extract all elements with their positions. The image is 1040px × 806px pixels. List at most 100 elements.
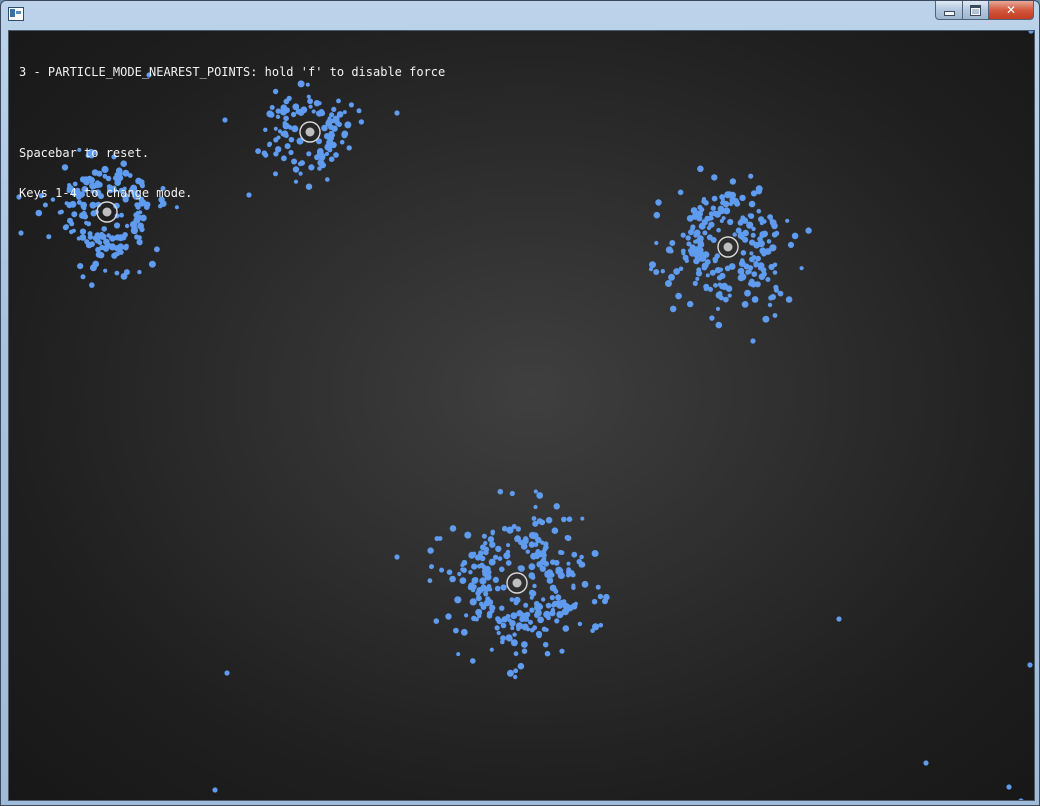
particle: [566, 561, 571, 566]
particle: [87, 234, 94, 240]
particle: [772, 270, 778, 275]
particle: [453, 627, 459, 634]
particle: [729, 178, 737, 185]
particle: [137, 269, 142, 275]
particle: [715, 306, 721, 311]
particle: [80, 274, 86, 280]
particle: [750, 338, 756, 344]
particle: [753, 241, 760, 249]
particle: [693, 257, 700, 265]
particle: [77, 263, 84, 270]
particle: [709, 269, 716, 276]
particle: [554, 618, 560, 624]
particle: [528, 541, 536, 548]
particle: [92, 260, 100, 268]
particle: [445, 613, 452, 620]
particle: [692, 280, 698, 286]
particle: [576, 558, 583, 565]
maximize-button[interactable]: [963, 1, 989, 20]
particle: [772, 262, 778, 268]
particle: [711, 174, 718, 181]
particle: [695, 276, 700, 281]
particle: [494, 585, 501, 592]
particle: [559, 648, 565, 654]
particle: [680, 232, 686, 238]
particle: [497, 556, 503, 561]
particle: [513, 668, 519, 674]
particle: [737, 274, 745, 282]
particle: [499, 605, 505, 611]
particle: [669, 240, 676, 246]
particle: [762, 315, 770, 323]
particle: [513, 674, 518, 680]
mode-keys-hint: Keys 1-4 to change mode.: [19, 186, 193, 200]
attractor-point-4: [512, 578, 522, 588]
particle: [533, 504, 538, 510]
particle: [689, 244, 696, 251]
particle: [768, 295, 774, 301]
close-button[interactable]: ✕: [989, 1, 1034, 20]
particle: [735, 227, 742, 234]
particle: [595, 584, 601, 590]
particle: [715, 321, 723, 329]
particle: [573, 601, 578, 606]
particle: [571, 551, 578, 558]
particle: [484, 573, 492, 581]
particle: [727, 191, 732, 196]
particle: [521, 648, 528, 654]
particle: [510, 626, 515, 631]
particle-canvas[interactable]: 3 - PARTICLE_MODE_NEAREST_POINTS: hold '…: [8, 30, 1035, 801]
particle: [137, 240, 143, 246]
attractor-point-3: [723, 242, 733, 252]
app-icon[interactable]: [8, 7, 24, 21]
particle: [544, 570, 550, 576]
particle: [528, 619, 533, 625]
particle: [499, 566, 505, 573]
particle: [701, 197, 707, 202]
particle: [720, 200, 725, 206]
particle: [530, 575, 536, 580]
particle: [500, 584, 507, 591]
particle: [46, 234, 52, 240]
minimize-button[interactable]: [935, 1, 963, 20]
particle: [727, 293, 732, 298]
particle: [747, 213, 753, 218]
hud-text: 3 - PARTICLE_MODE_NEAREST_POINTS: hold '…: [19, 39, 445, 228]
particle: [713, 283, 718, 288]
particle: [748, 200, 756, 208]
particle: [649, 261, 656, 269]
particle: [539, 558, 547, 565]
particle: [71, 228, 76, 233]
particle: [734, 200, 739, 205]
particle: [148, 260, 156, 268]
particle: [705, 273, 710, 278]
particle: [654, 240, 659, 246]
particle: [695, 270, 703, 277]
particle: [923, 760, 929, 766]
particle: [513, 596, 521, 604]
particle: [660, 269, 665, 274]
particle: [512, 632, 517, 637]
particle: [471, 563, 478, 570]
particle: [475, 608, 483, 616]
particle: [122, 232, 128, 238]
particle: [724, 265, 731, 272]
particle: [653, 211, 661, 219]
particle: [759, 247, 767, 255]
title-bar[interactable]: ✕: [1, 1, 1039, 27]
particle: [723, 296, 729, 303]
particle: [571, 585, 576, 591]
particle: [427, 578, 433, 584]
particle: [513, 651, 519, 657]
particle: [693, 233, 698, 238]
particle: [92, 235, 99, 242]
close-icon: ✕: [1005, 3, 1017, 17]
particle: [603, 593, 610, 601]
particle: [716, 227, 721, 233]
particle: [598, 622, 604, 628]
particle: [546, 615, 551, 621]
particle: [653, 269, 660, 275]
particle: [697, 235, 704, 242]
particle: [123, 244, 129, 251]
particle: [522, 536, 529, 543]
